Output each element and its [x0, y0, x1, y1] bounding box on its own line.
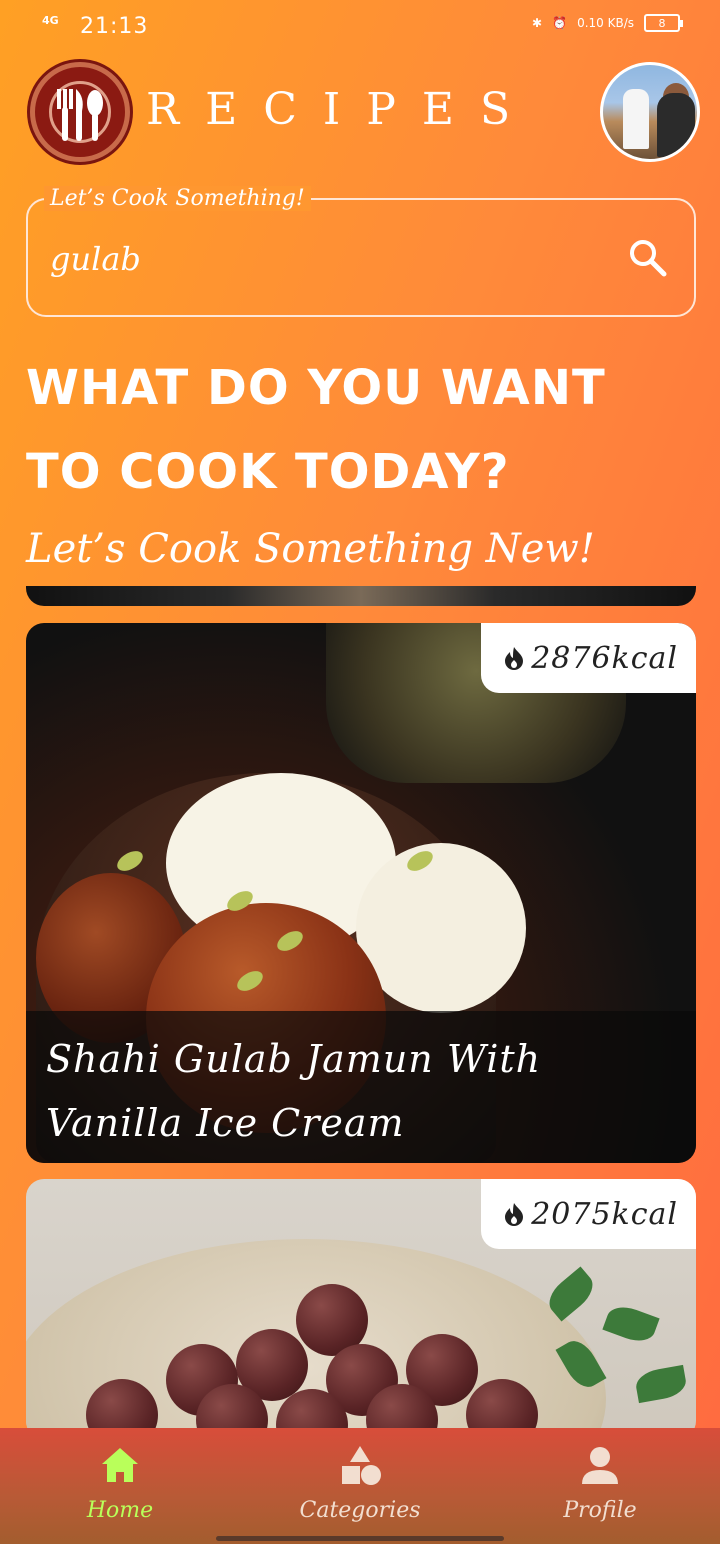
nav-profile-label: Profile [563, 1498, 637, 1523]
search-input[interactable]: gulab [50, 240, 141, 278]
user-avatar[interactable] [600, 62, 700, 162]
calorie-badge: 2876kcal [481, 623, 696, 693]
recipe-card[interactable]: 2876kcal Shahi Gulab Jamun With Vanilla … [26, 623, 696, 1163]
status-icons: ✱ ⏰ 0.10 KB/s 8 [532, 14, 683, 32]
bottom-navigation: Home Categories Profile [0, 1428, 720, 1544]
recipe-title: Shahi Gulab Jamun With Vanilla Ice Cream [46, 1037, 542, 1145]
nav-profile[interactable]: Profile [480, 1428, 720, 1544]
flame-icon [505, 647, 524, 670]
alarm-icon: ⏰ [552, 16, 568, 30]
battery-icon: 8 [644, 14, 683, 32]
nav-categories[interactable]: Categories [240, 1428, 480, 1544]
home-indicator[interactable] [216, 1536, 504, 1541]
nav-categories-label: Categories [299, 1498, 421, 1523]
page-headline: WHAT DO YOU WANT TO COOK TODAY? [26, 360, 606, 500]
network-indicator: 4G [42, 14, 59, 27]
nav-home[interactable]: Home [0, 1428, 240, 1544]
nav-home-label: Home [86, 1498, 154, 1523]
status-bar: 4G 21:13 ✱ ⏰ 0.10 KB/s 8 [0, 0, 720, 56]
search-icon[interactable] [626, 236, 670, 280]
search-label: Let’s Cook Something! [44, 186, 311, 211]
categories-icon [342, 1446, 381, 1485]
flame-icon [505, 1203, 524, 1226]
recipe-card-previous[interactable] [26, 586, 696, 606]
recipe-caption: Shahi Gulab Jamun With Vanilla Ice Cream [26, 1011, 696, 1163]
page-subheadline: Let’s Cook Something New! [26, 526, 595, 572]
status-time: 21:13 [80, 14, 149, 39]
app-title: RECIPES [146, 84, 537, 135]
bluetooth-icon: ✱ [532, 16, 543, 30]
calorie-badge: 2075kcal [481, 1179, 696, 1249]
profile-icon [582, 1447, 618, 1484]
battery-level: 8 [658, 16, 666, 30]
cutlery-logo-icon [30, 62, 130, 162]
home-icon [102, 1448, 138, 1482]
calorie-value: 2075kcal [531, 1196, 678, 1232]
recipe-card[interactable]: 2075kcal [26, 1179, 696, 1439]
network-speed: 0.10 KB/s [577, 16, 634, 30]
calorie-value: 2876kcal [531, 640, 678, 676]
